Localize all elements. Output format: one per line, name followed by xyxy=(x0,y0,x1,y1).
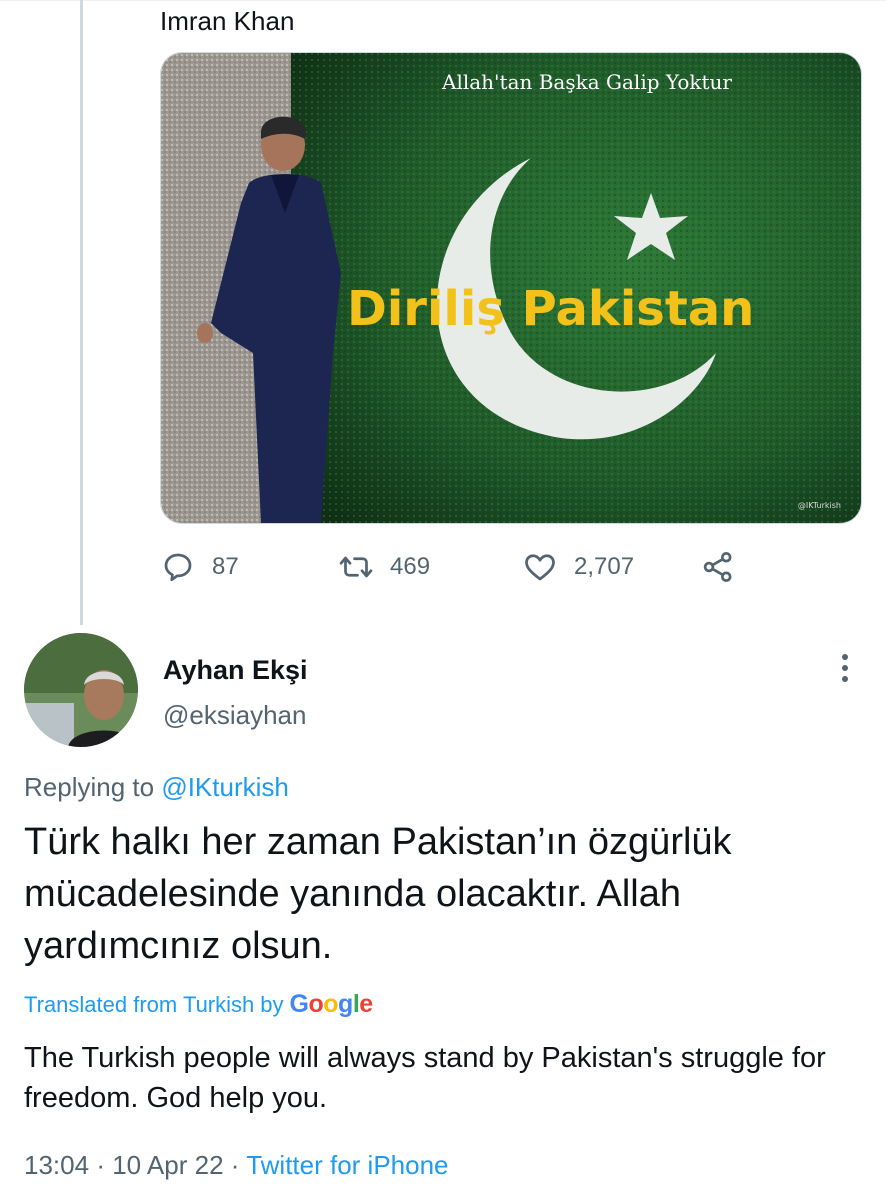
like-button[interactable]: 2,707 xyxy=(522,545,634,589)
reply-icon xyxy=(164,553,192,582)
tweet-media-image[interactable]: Allah'tan Başka Galip Yoktur Diriliş Pak… xyxy=(160,52,862,524)
translated-text: The Turkish people will always stand by … xyxy=(24,1042,826,1114)
replying-to-link[interactable]: @IKturkish xyxy=(161,772,289,802)
replying-prefix: Replying to xyxy=(24,772,155,802)
top-divider xyxy=(0,0,886,1)
translated-from-link[interactable]: Translated from Turkish xyxy=(24,992,254,1018)
more-icon xyxy=(842,654,848,660)
like-icon xyxy=(525,554,555,581)
tweet-action-bar: 87 469 2,707 xyxy=(160,545,760,589)
thread-connector-line xyxy=(80,0,83,625)
translation-attribution: Translated from Turkish by Google xyxy=(24,990,373,1019)
meta-separator: · xyxy=(96,1150,105,1180)
author-handle[interactable]: @eksiayhan xyxy=(163,700,306,731)
retweet-icon xyxy=(339,556,373,578)
author-name[interactable]: Ayhan Ekşi xyxy=(163,655,308,686)
tweet-body-text: Türk halkı her zaman Pakistan’ın özgürlü… xyxy=(24,821,732,967)
tweet-source-link[interactable]: Twitter for iPhone xyxy=(246,1150,448,1180)
google-logo: Google xyxy=(289,990,374,1018)
more-options-button[interactable] xyxy=(830,648,860,688)
reply-button[interactable]: 87 xyxy=(160,545,239,589)
share-icon xyxy=(703,552,732,582)
reply-count: 87 xyxy=(212,553,239,580)
quoted-tweet-text: Imran Khan xyxy=(160,6,295,36)
like-count: 2,707 xyxy=(574,553,635,580)
replying-to-line: Replying to @IKturkish xyxy=(24,772,289,803)
image-top-caption: Allah'tan Başka Galip Yoktur xyxy=(441,70,732,94)
tweet-metadata: 13:04 · 10 Apr 22 · Twitter for iPhone xyxy=(24,1150,449,1181)
share-button[interactable] xyxy=(700,545,752,589)
retweet-button[interactable]: 469 xyxy=(338,545,430,589)
image-watermark: @IKTurkish xyxy=(798,501,841,510)
retweet-count: 469 xyxy=(390,553,431,580)
image-headline: Diriliş Pakistan xyxy=(347,281,754,337)
tweet-date[interactable]: 10 Apr 22 xyxy=(112,1150,223,1180)
tweet-time[interactable]: 13:04 xyxy=(24,1150,89,1180)
translated-by-label: by xyxy=(260,991,284,1017)
meta-separator: · xyxy=(230,1150,240,1180)
avatar[interactable] xyxy=(24,633,138,747)
